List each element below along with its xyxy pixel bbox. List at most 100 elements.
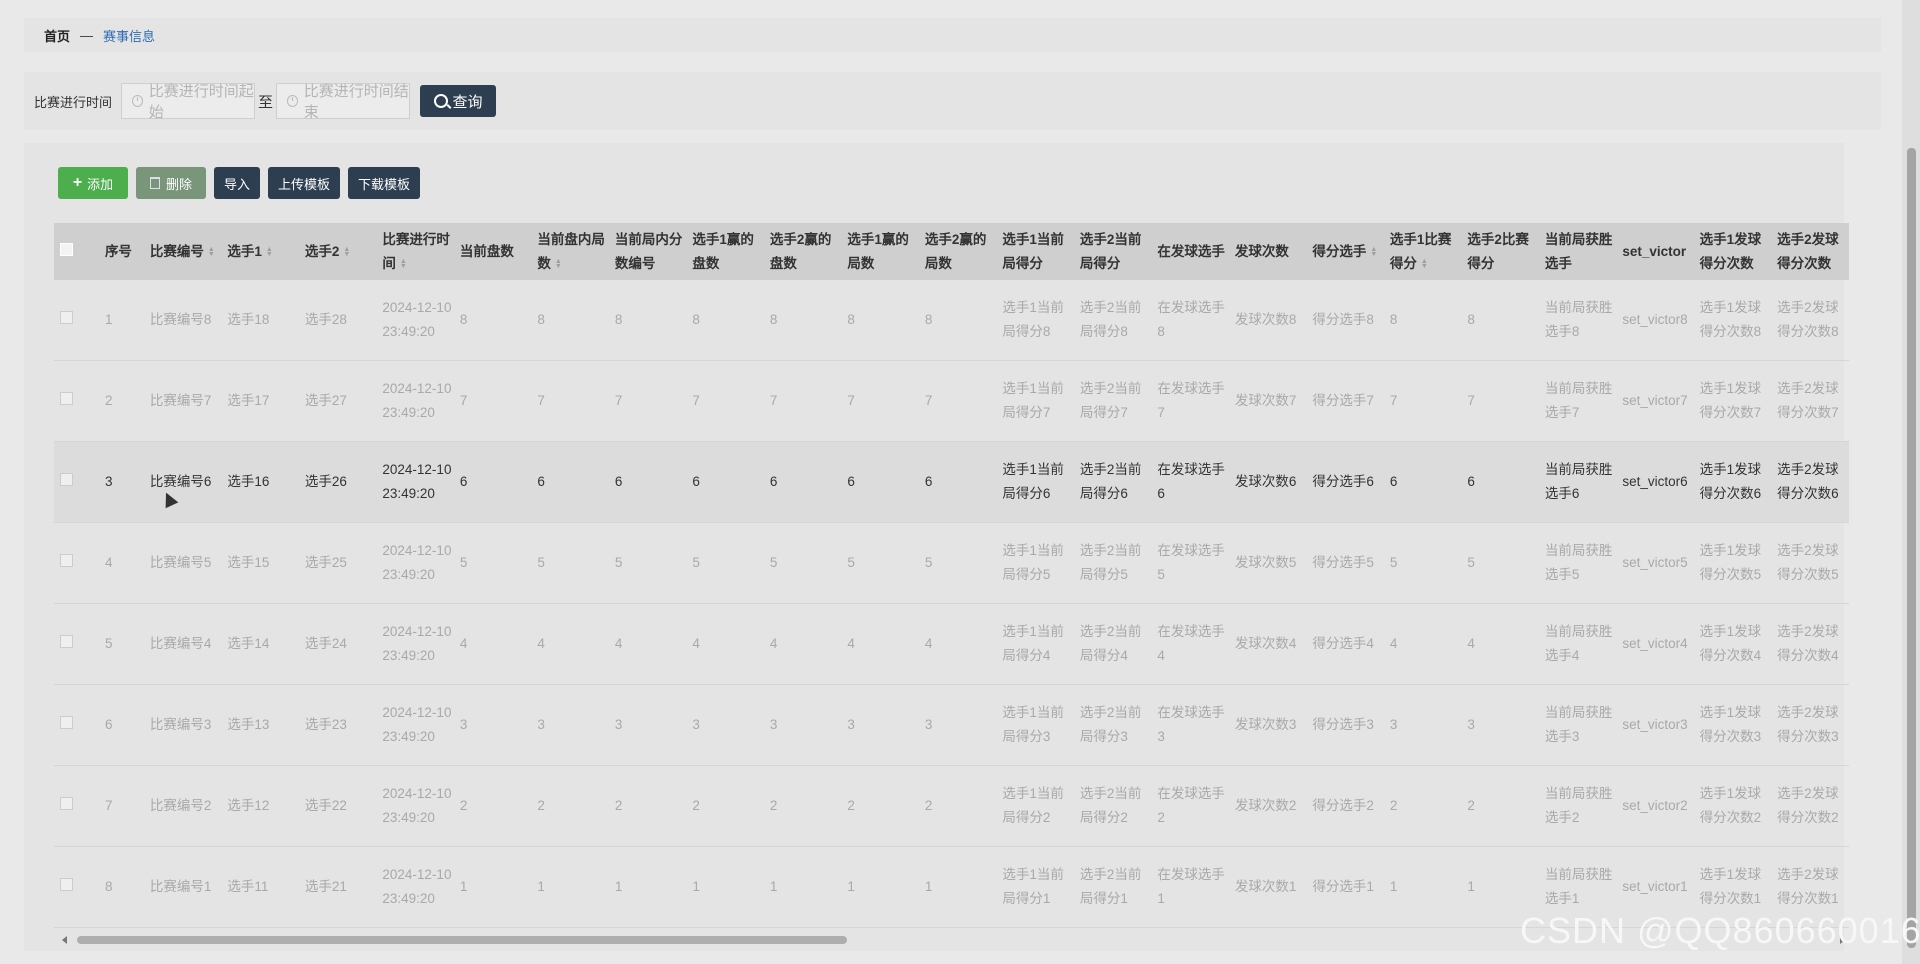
table-row[interactable]: 3 比赛编号6 选手16 选手26 2024-12-10 23:49:20 6 6 6 6 6 6 6… bbox=[54, 441, 1849, 523]
column-header[interactable]: 选手1比赛得分 ▲ ▼ bbox=[1383, 223, 1462, 280]
column-header[interactable]: 得分选手 ▲ ▼ bbox=[1306, 223, 1384, 280]
table-cell: 选手28 bbox=[298, 280, 377, 361]
start-time-input[interactable]: 比赛进行时间起始 bbox=[121, 83, 256, 121]
clock-icon bbox=[132, 95, 143, 107]
table-cell: 5 bbox=[608, 522, 687, 604]
row-checkbox[interactable] bbox=[60, 392, 73, 405]
table-row[interactable]: 4 比赛编号5 选手15 选手25 2024-12-10 23:49:20 5 5 5 5 5 5 5… bbox=[54, 522, 1849, 604]
table-cell: 4 bbox=[531, 603, 609, 685]
end-time-input[interactable]: 比赛进行时间结束 bbox=[276, 83, 411, 121]
row-checkbox[interactable] bbox=[60, 878, 73, 891]
import-button-label: 导入 bbox=[224, 176, 251, 192]
row-checkbox[interactable] bbox=[60, 716, 73, 729]
delete-button-label: 删除 bbox=[165, 176, 192, 192]
table-cell: 4 bbox=[1383, 603, 1462, 685]
sort-icon[interactable]: ▲ ▼ bbox=[266, 246, 273, 258]
row-checkbox[interactable] bbox=[60, 473, 73, 486]
sort-icon[interactable]: ▲ ▼ bbox=[1421, 258, 1428, 270]
column-header[interactable]: 比赛编号 ▲ ▼ bbox=[143, 223, 222, 280]
column-header[interactable]: 选手1发球得分次数 bbox=[1693, 223, 1772, 280]
scroll-left-icon[interactable] bbox=[62, 936, 67, 944]
breadcrumb-home[interactable]: 首页 bbox=[44, 26, 70, 45]
column-header[interactable]: set_victor bbox=[1616, 223, 1694, 280]
column-header-label: 当前局获胜选手 bbox=[1544, 231, 1613, 271]
row-checkbox[interactable] bbox=[60, 311, 73, 324]
table-cell: 选手2当前局得分1 bbox=[1073, 846, 1152, 928]
table-row[interactable]: 5 比赛编号4 选手14 选手24 2024-12-10 23:49:20 4 4 4 4 4 4 4… bbox=[54, 603, 1849, 685]
table-cell: 选手1当前局得分8 bbox=[996, 280, 1074, 361]
table-cell: 发球次数5 bbox=[1228, 522, 1307, 604]
table-cell: 选手1发球得分次数8 bbox=[1693, 280, 1772, 361]
add-button[interactable]: + 添加 bbox=[58, 167, 128, 199]
table-row[interactable]: 2 比赛编号7 选手17 选手27 2024-12-10 23:49:20 7 7 7 7 7 7 7… bbox=[54, 360, 1849, 442]
download-template-button[interactable]: 下载模板 bbox=[348, 167, 421, 199]
row-checkbox[interactable] bbox=[60, 797, 73, 810]
select-all-checkbox[interactable] bbox=[60, 242, 73, 256]
table-cell: 选手1当前局得分1 bbox=[996, 846, 1074, 928]
table-cell: 5 bbox=[1383, 522, 1462, 604]
delete-button[interactable]: 删除 bbox=[136, 167, 206, 199]
row-checkbox[interactable] bbox=[60, 635, 73, 648]
table-cell: 2 bbox=[918, 765, 997, 847]
sort-icon[interactable]: ▲ ▼ bbox=[208, 246, 215, 258]
query-button[interactable]: 查询 bbox=[420, 85, 497, 117]
column-header[interactable]: 选手1赢的局数 bbox=[841, 223, 919, 280]
table-cell: 当前局获胜选手6 bbox=[1538, 441, 1617, 523]
table-cell: 得分选手2 bbox=[1306, 765, 1384, 847]
table-cell: 5 bbox=[841, 522, 919, 604]
table-cell: set_victor3 bbox=[1616, 684, 1694, 766]
column-header[interactable]: 当前局内分数编号 bbox=[608, 223, 687, 280]
import-button[interactable]: 导入 bbox=[214, 167, 261, 199]
table-cell: 1 bbox=[763, 846, 842, 928]
table-cell: 7 bbox=[763, 360, 842, 442]
row-checkbox-cell bbox=[54, 603, 99, 685]
column-header[interactable]: 在发球选手 bbox=[1151, 223, 1229, 280]
column-header[interactable]: 比赛进行时间 ▲ ▼ bbox=[376, 223, 454, 280]
table-row[interactable]: 1 比赛编号8 选手18 选手28 2024-12-10 23:49:20 8 8 8 8 8 8 8… bbox=[54, 280, 1849, 361]
table-cell: 3 bbox=[918, 684, 997, 766]
column-header[interactable]: 序号 bbox=[98, 223, 144, 280]
table-cell: 8 bbox=[1383, 280, 1462, 361]
sort-icon[interactable]: ▲ ▼ bbox=[1370, 246, 1377, 258]
table-cell: 选手17 bbox=[221, 360, 299, 442]
column-header[interactable]: 选手2发球得分次数 bbox=[1771, 223, 1849, 280]
column-header[interactable]: 选手2比赛得分 bbox=[1461, 223, 1539, 280]
column-header[interactable]: 选手2 ▲ ▼ bbox=[298, 223, 377, 280]
vertical-scrollbar[interactable] bbox=[1902, 0, 1920, 964]
column-header[interactable]: 选手2赢的局数 bbox=[918, 223, 997, 280]
table-row[interactable]: 6 比赛编号3 选手13 选手23 2024-12-10 23:49:20 3 3 3 3 3 3 3… bbox=[54, 684, 1849, 766]
column-header[interactable]: 选手1 ▲ ▼ bbox=[221, 223, 299, 280]
column-header-label: 选手1 bbox=[227, 243, 262, 259]
sort-icon[interactable]: ▲ ▼ bbox=[343, 246, 350, 258]
table-cell: 2 bbox=[453, 765, 532, 847]
column-header[interactable]: 选手2当前局得分 bbox=[1073, 223, 1152, 280]
upload-template-button[interactable]: 上传模板 bbox=[268, 167, 341, 199]
column-header[interactable]: 当前局获胜选手 bbox=[1538, 223, 1617, 280]
sort-icon[interactable]: ▲ ▼ bbox=[400, 258, 407, 270]
table-cell: 选手2发球得分次数3 bbox=[1771, 684, 1849, 766]
table-cell: 3 bbox=[453, 684, 532, 766]
table-cell: 1 bbox=[531, 846, 609, 928]
column-header[interactable]: 选手2赢的盘数 bbox=[763, 223, 842, 280]
column-header[interactable]: 选手1当前局得分 bbox=[996, 223, 1074, 280]
table-cell: 6 bbox=[1383, 441, 1462, 523]
column-header[interactable]: 选手1赢的盘数 bbox=[686, 223, 764, 280]
vertical-scroll-thumb[interactable] bbox=[1907, 148, 1916, 948]
breadcrumb-current[interactable]: 赛事信息 bbox=[103, 26, 155, 45]
sort-icon[interactable]: ▲ ▼ bbox=[555, 258, 562, 270]
table-cell: 发球次数4 bbox=[1228, 603, 1307, 685]
horizontal-scroll-thumb[interactable] bbox=[77, 936, 847, 944]
search-icon bbox=[433, 94, 448, 108]
row-checkbox-cell bbox=[54, 441, 99, 523]
trash-icon bbox=[149, 177, 160, 189]
column-header[interactable]: 发球次数 bbox=[1228, 223, 1307, 280]
table-cell: 选手2当前局得分7 bbox=[1073, 360, 1152, 442]
table-cell: 4 bbox=[1461, 603, 1539, 685]
table-row[interactable]: 7 比赛编号2 选手12 选手22 2024-12-10 23:49:20 2 2 2 2 2 2 2… bbox=[54, 765, 1849, 847]
column-header[interactable]: 当前盘数 bbox=[453, 223, 532, 280]
table-cell: 发球次数6 bbox=[1228, 441, 1307, 523]
table-cell: 1 bbox=[1383, 846, 1462, 928]
table-cell: 当前局获胜选手8 bbox=[1538, 280, 1617, 361]
column-header[interactable]: 当前盘内局数 ▲ ▼ bbox=[531, 223, 609, 280]
row-checkbox[interactable] bbox=[60, 554, 73, 567]
